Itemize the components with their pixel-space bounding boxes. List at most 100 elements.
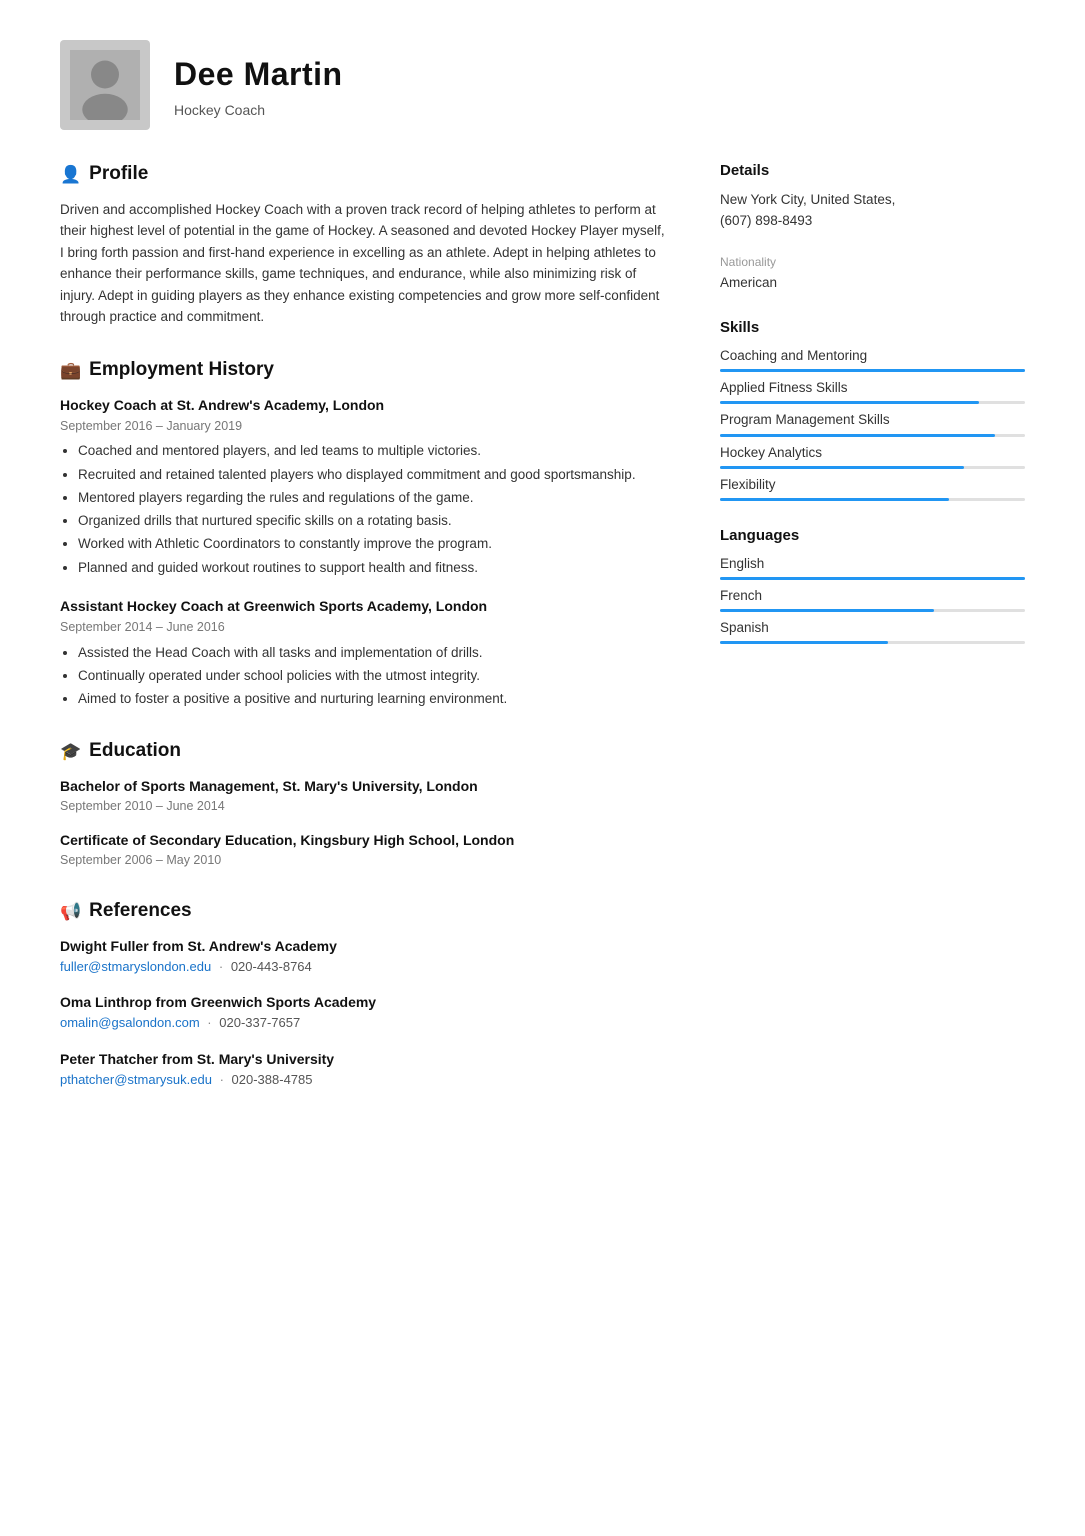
lang-name-1: French — [720, 586, 1025, 606]
edu-item-1: Certificate of Secondary Education, King… — [60, 830, 670, 870]
employment-icon: 💼 — [60, 358, 81, 384]
profile-text: Driven and accomplished Hockey Coach wit… — [60, 199, 670, 329]
avatar — [60, 40, 150, 130]
skill-item-4: Flexibility — [720, 475, 1025, 501]
bullet: Mentored players regarding the rules and… — [78, 488, 670, 508]
sidebar-phone: (607) 898-8493 — [720, 210, 1025, 232]
bullet: Coached and mentored players, and led te… — [78, 441, 670, 461]
lang-bar-bg-0 — [720, 577, 1025, 580]
lang-item-2: Spanish — [720, 618, 1025, 644]
skill-bar-fill-0 — [720, 369, 1025, 372]
ref-phone-2: 020-388-4785 — [232, 1072, 313, 1087]
skill-bar-fill-3 — [720, 466, 964, 469]
profile-section-title: 👤 Profile — [60, 160, 670, 189]
job-dates-1: September 2014 – June 2016 — [60, 618, 670, 637]
references-icon: 📢 — [60, 899, 81, 925]
separator: · — [220, 1072, 224, 1087]
lang-bar-fill-0 — [720, 577, 1025, 580]
skill-item-2: Program Management Skills — [720, 410, 1025, 436]
languages-title: Languages — [720, 525, 1025, 548]
nationality-label: Nationality — [720, 253, 1025, 271]
ref-email-2[interactable]: pthatcher@stmarysuk.edu — [60, 1072, 212, 1087]
details-title: Details — [720, 160, 1025, 183]
sidebar-skills: Skills Coaching and Mentoring Applied Fi… — [720, 317, 1025, 501]
sidebar-column: Details New York City, United States, (6… — [720, 160, 1025, 1496]
lang-bar-fill-2 — [720, 641, 888, 644]
bullet: Worked with Athletic Coordinators to con… — [78, 534, 670, 554]
skill-bar-bg-1 — [720, 401, 1025, 404]
lang-name-0: English — [720, 554, 1025, 574]
skill-item-1: Applied Fitness Skills — [720, 378, 1025, 404]
education-icon: 🎓 — [60, 739, 81, 765]
bullet: Recruited and retained talented players … — [78, 465, 670, 485]
header-info: Dee Martin Hockey Coach — [174, 50, 343, 121]
lang-item-0: English — [720, 554, 1025, 580]
lang-bar-bg-2 — [720, 641, 1025, 644]
bullet: Planned and guided workout routines to s… — [78, 558, 670, 578]
lang-item-1: French — [720, 586, 1025, 612]
job-title-0: Hockey Coach at St. Andrew's Academy, Lo… — [60, 395, 670, 416]
ref-email-0[interactable]: fuller@stmaryslondon.edu — [60, 959, 211, 974]
references-section-title: 📢 References — [60, 897, 670, 926]
skill-bar-fill-1 — [720, 401, 979, 404]
skill-name-0: Coaching and Mentoring — [720, 346, 1025, 366]
skill-bar-bg-0 — [720, 369, 1025, 372]
sidebar-location: New York City, United States, — [720, 189, 1025, 211]
edu-dates-1: September 2006 – May 2010 — [60, 851, 670, 870]
main-column: 👤 Profile Driven and accomplished Hockey… — [60, 160, 670, 1496]
references-section: 📢 References Dwight Fuller from St. Andr… — [60, 897, 670, 1089]
candidate-name: Dee Martin — [174, 50, 343, 98]
skill-bar-fill-2 — [720, 434, 995, 437]
ref-item-1: Oma Linthrop from Greenwich Sports Acade… — [60, 992, 670, 1033]
job-item-1: Assistant Hockey Coach at Greenwich Spor… — [60, 596, 670, 710]
separator: · — [219, 959, 223, 974]
bullet: Aimed to foster a positive a positive an… — [78, 689, 670, 709]
sidebar-languages: Languages English French Spanish — [720, 525, 1025, 644]
job-bullets-0: Coached and mentored players, and led te… — [60, 441, 670, 578]
resume-header: Dee Martin Hockey Coach — [0, 0, 1085, 160]
ref-item-2: Peter Thatcher from St. Mary's Universit… — [60, 1049, 670, 1090]
edu-degree-0: Bachelor of Sports Management, St. Mary'… — [60, 776, 670, 797]
job-bullets-1: Assisted the Head Coach with all tasks a… — [60, 643, 670, 710]
ref-name-2: Peter Thatcher from St. Mary's Universit… — [60, 1049, 670, 1070]
skill-name-1: Applied Fitness Skills — [720, 378, 1025, 398]
ref-name-0: Dwight Fuller from St. Andrew's Academy — [60, 936, 670, 957]
skill-bar-fill-4 — [720, 498, 949, 501]
skill-item-3: Hockey Analytics — [720, 443, 1025, 469]
ref-contact-2: pthatcher@stmarysuk.edu · 020-388-4785 — [60, 1070, 670, 1090]
education-section: 🎓 Education Bachelor of Sports Managemen… — [60, 737, 670, 869]
ref-phone-1: 020-337-7657 — [219, 1015, 300, 1030]
skill-bar-bg-2 — [720, 434, 1025, 437]
bullet: Continually operated under school polici… — [78, 666, 670, 686]
profile-icon: 👤 — [60, 162, 81, 188]
resume-content: 👤 Profile Driven and accomplished Hockey… — [0, 160, 1085, 1536]
job-dates-0: September 2016 – January 2019 — [60, 417, 670, 436]
education-section-title: 🎓 Education — [60, 737, 670, 766]
skills-title: Skills — [720, 317, 1025, 340]
employment-section-title: 💼 Employment History — [60, 356, 670, 385]
skill-name-4: Flexibility — [720, 475, 1025, 495]
lang-bar-bg-1 — [720, 609, 1025, 612]
edu-item-0: Bachelor of Sports Management, St. Mary'… — [60, 776, 670, 816]
ref-contact-0: fuller@stmaryslondon.edu · 020-443-8764 — [60, 957, 670, 977]
ref-email-1[interactable]: omalin@gsalondon.com — [60, 1015, 200, 1030]
sidebar-details: Details New York City, United States, (6… — [720, 160, 1025, 293]
edu-dates-0: September 2010 – June 2014 — [60, 797, 670, 816]
candidate-job-title: Hockey Coach — [174, 100, 343, 121]
skill-bar-bg-4 — [720, 498, 1025, 501]
lang-name-2: Spanish — [720, 618, 1025, 638]
skill-item-0: Coaching and Mentoring — [720, 346, 1025, 372]
edu-degree-1: Certificate of Secondary Education, King… — [60, 830, 670, 851]
bullet: Organized drills that nurtured specific … — [78, 511, 670, 531]
ref-name-1: Oma Linthrop from Greenwich Sports Acade… — [60, 992, 670, 1013]
skill-bar-bg-3 — [720, 466, 1025, 469]
ref-item-0: Dwight Fuller from St. Andrew's Academy … — [60, 936, 670, 977]
job-item-0: Hockey Coach at St. Andrew's Academy, Lo… — [60, 395, 670, 578]
bullet: Assisted the Head Coach with all tasks a… — [78, 643, 670, 663]
skill-name-2: Program Management Skills — [720, 410, 1025, 430]
employment-section: 💼 Employment History Hockey Coach at St.… — [60, 356, 670, 709]
lang-bar-fill-1 — [720, 609, 934, 612]
separator: · — [207, 1015, 211, 1030]
sidebar-nationality: American — [720, 272, 1025, 294]
job-title-1: Assistant Hockey Coach at Greenwich Spor… — [60, 596, 670, 617]
